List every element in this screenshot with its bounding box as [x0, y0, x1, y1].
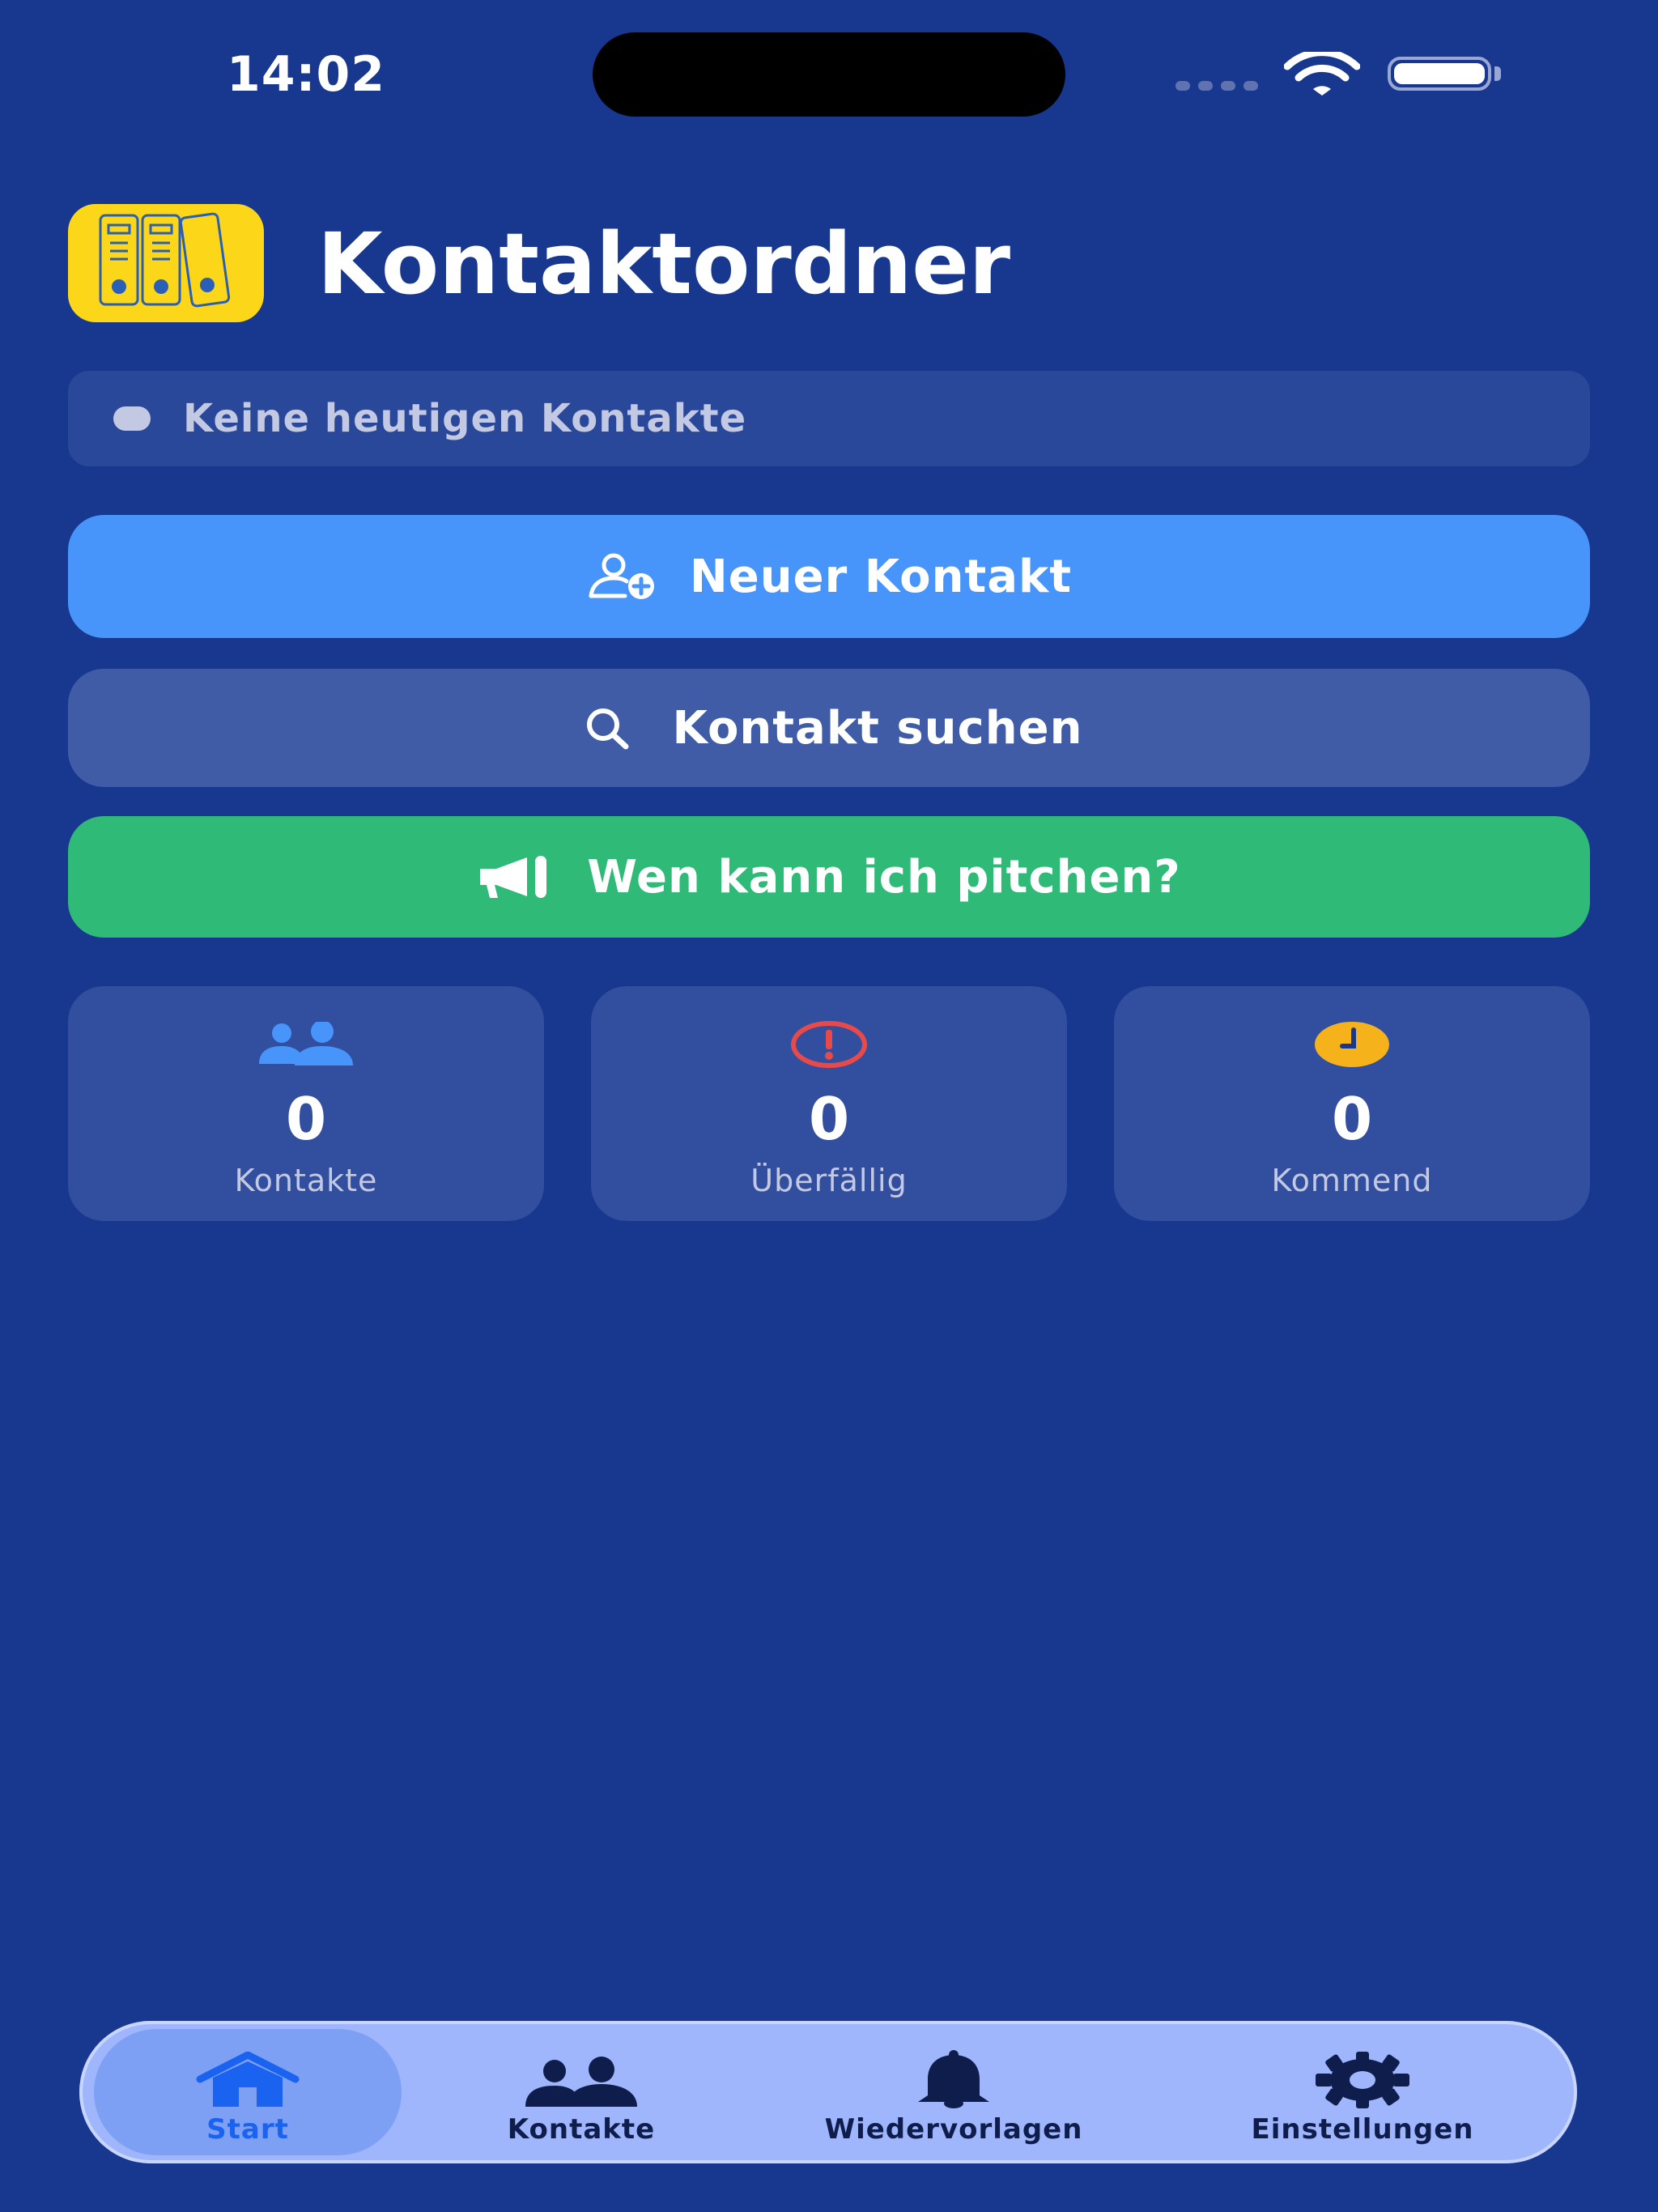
pitch-label: Wen kann ich pitchen?: [587, 850, 1181, 904]
wifi-icon: [1284, 52, 1360, 96]
battery-cap: [1494, 66, 1501, 81]
megaphone-icon: [477, 854, 555, 900]
app-logo: [68, 204, 264, 322]
bell-icon: [784, 2045, 1124, 2108]
battery-icon: [1388, 57, 1491, 91]
status-time: 14:02: [227, 46, 385, 103]
stat-value: 0: [808, 1085, 850, 1153]
stat-card-contacts[interactable]: 0 Kontakte: [68, 986, 544, 1221]
stat-card-overdue[interactable]: 0 Überfällig: [591, 986, 1067, 1221]
tab-start[interactable]: Start: [94, 2029, 402, 2155]
exclamation-circle-icon: [591, 1019, 1067, 1070]
tab-followups[interactable]: Wiedervorlagen: [784, 2029, 1124, 2155]
tab-bar: Start Kontakte Wiedervorlagen Einstellun…: [79, 2021, 1577, 2163]
dynamic-island: [593, 32, 1065, 117]
house-icon: [94, 2045, 402, 2108]
people-icon: [68, 1019, 544, 1070]
tab-label: Kontakte: [507, 2113, 656, 2146]
people-icon: [460, 2045, 703, 2108]
tab-settings[interactable]: Einstellungen: [1213, 2029, 1512, 2155]
tab-contacts[interactable]: Kontakte: [460, 2029, 703, 2155]
pitch-button[interactable]: Wen kann ich pitchen?: [68, 816, 1590, 938]
new-contact-button[interactable]: Neuer Kontakt: [68, 515, 1590, 638]
stat-label: Kommend: [1271, 1163, 1433, 1198]
page-title: Kontaktordner: [317, 215, 1011, 313]
cellular-signal-icon: [1175, 81, 1258, 91]
tab-label: Start: [206, 2113, 289, 2146]
status-dot-icon: [113, 406, 151, 431]
clock-icon: [1114, 1019, 1590, 1070]
search-contact-label: Kontakt suchen: [672, 701, 1083, 755]
search-icon: [576, 705, 640, 751]
stat-card-upcoming[interactable]: 0 Kommend: [1114, 986, 1590, 1221]
today-contacts-banner: Keine heutigen Kontakte: [68, 371, 1590, 466]
stat-label: Überfällig: [750, 1163, 908, 1198]
stat-value: 0: [1331, 1085, 1373, 1153]
search-contact-button[interactable]: Kontakt suchen: [68, 669, 1590, 787]
stat-label: Kontakte: [234, 1163, 378, 1198]
gear-icon: [1213, 2045, 1512, 2108]
tab-label: Einstellungen: [1251, 2113, 1474, 2146]
stat-value: 0: [285, 1085, 327, 1153]
new-contact-label: Neuer Kontakt: [689, 550, 1073, 603]
tab-label: Wiedervorlagen: [824, 2113, 1083, 2146]
today-contacts-text: Keine heutigen Kontakte: [183, 396, 747, 441]
person-add-icon: [586, 552, 657, 601]
